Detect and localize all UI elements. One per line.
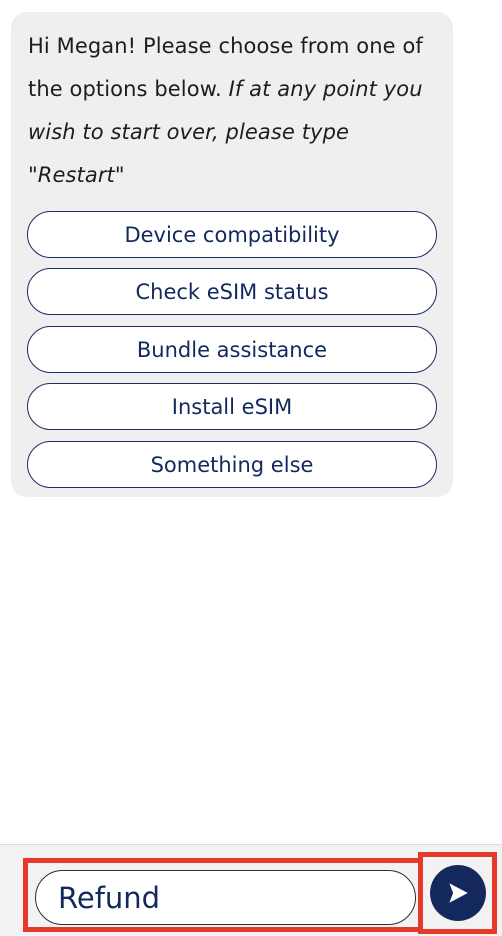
option-bundle-assistance[interactable]: Bundle assistance [27,326,437,373]
bot-message-text: Hi Megan! Please choose from one of the … [28,25,448,197]
option-install-esim[interactable]: Install eSIM [27,383,437,430]
input-highlight-box [23,858,423,932]
option-something-else[interactable]: Something else [27,441,437,488]
option-check-esim-status[interactable]: Check eSIM status [27,268,437,315]
option-device-compatibility[interactable]: Device compatibility [27,211,437,258]
restart-keyword: Restart [37,163,115,187]
bot-message-bubble: Hi Megan! Please choose from one of the … [11,12,453,497]
chat-screen: Hi Megan! Please choose from one of the … [0,0,502,936]
send-highlight-box [418,852,497,934]
